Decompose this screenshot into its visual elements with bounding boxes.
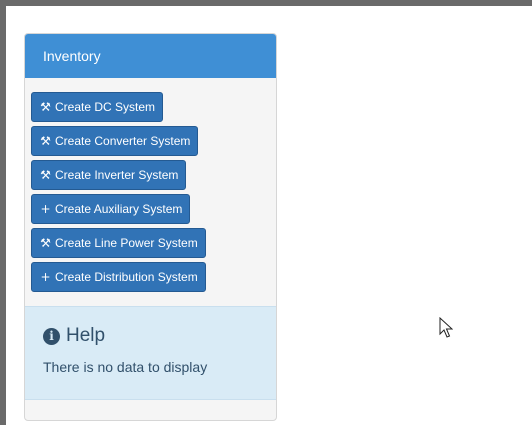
mouse-cursor-icon — [439, 317, 453, 338]
inventory-heading: Inventory — [25, 34, 276, 78]
help-title: i Help — [43, 325, 276, 347]
wrench-icon: ⚒ — [40, 100, 51, 114]
info-circle-icon: i — [43, 327, 60, 345]
wrench-icon: ⚒ — [40, 236, 51, 250]
button-label: Create Converter System — [55, 134, 191, 148]
wrench-icon: ⚒ — [40, 134, 51, 148]
button-label: Create Line Power System — [55, 236, 198, 250]
button-label: Create Inverter System — [55, 168, 179, 182]
button-label: Create Distribution System — [55, 270, 198, 284]
create-dc-system-button[interactable]: ⚒ Create DC System — [31, 92, 164, 122]
create-converter-system-button[interactable]: ⚒ Create Converter System — [31, 126, 199, 156]
help-title-label: Help — [66, 325, 106, 346]
plus-icon: + — [40, 202, 51, 216]
create-auxiliary-system-button[interactable]: + Create Auxiliary System — [31, 194, 191, 224]
help-box: i Help There is no data to display — [25, 306, 276, 400]
inventory-panel: Inventory ⚒ Create DC System ⚒ Create Co… — [24, 33, 277, 421]
button-label: Create DC System — [55, 100, 156, 114]
plus-icon: + — [40, 270, 51, 284]
create-line-power-system-button[interactable]: ⚒ Create Line Power System — [31, 228, 206, 258]
help-message: There is no data to display — [43, 359, 208, 375]
wrench-icon: ⚒ — [40, 168, 51, 182]
create-inverter-system-button[interactable]: ⚒ Create Inverter System — [31, 160, 187, 190]
button-label: Create Auxiliary System — [55, 202, 183, 216]
create-distribution-system-button[interactable]: + Create Distribution System — [31, 262, 206, 292]
create-buttons: ⚒ Create DC System ⚒ Create Converter Sy… — [25, 78, 276, 296]
window-frame: Inventory ⚒ Create DC System ⚒ Create Co… — [0, 0, 532, 425]
